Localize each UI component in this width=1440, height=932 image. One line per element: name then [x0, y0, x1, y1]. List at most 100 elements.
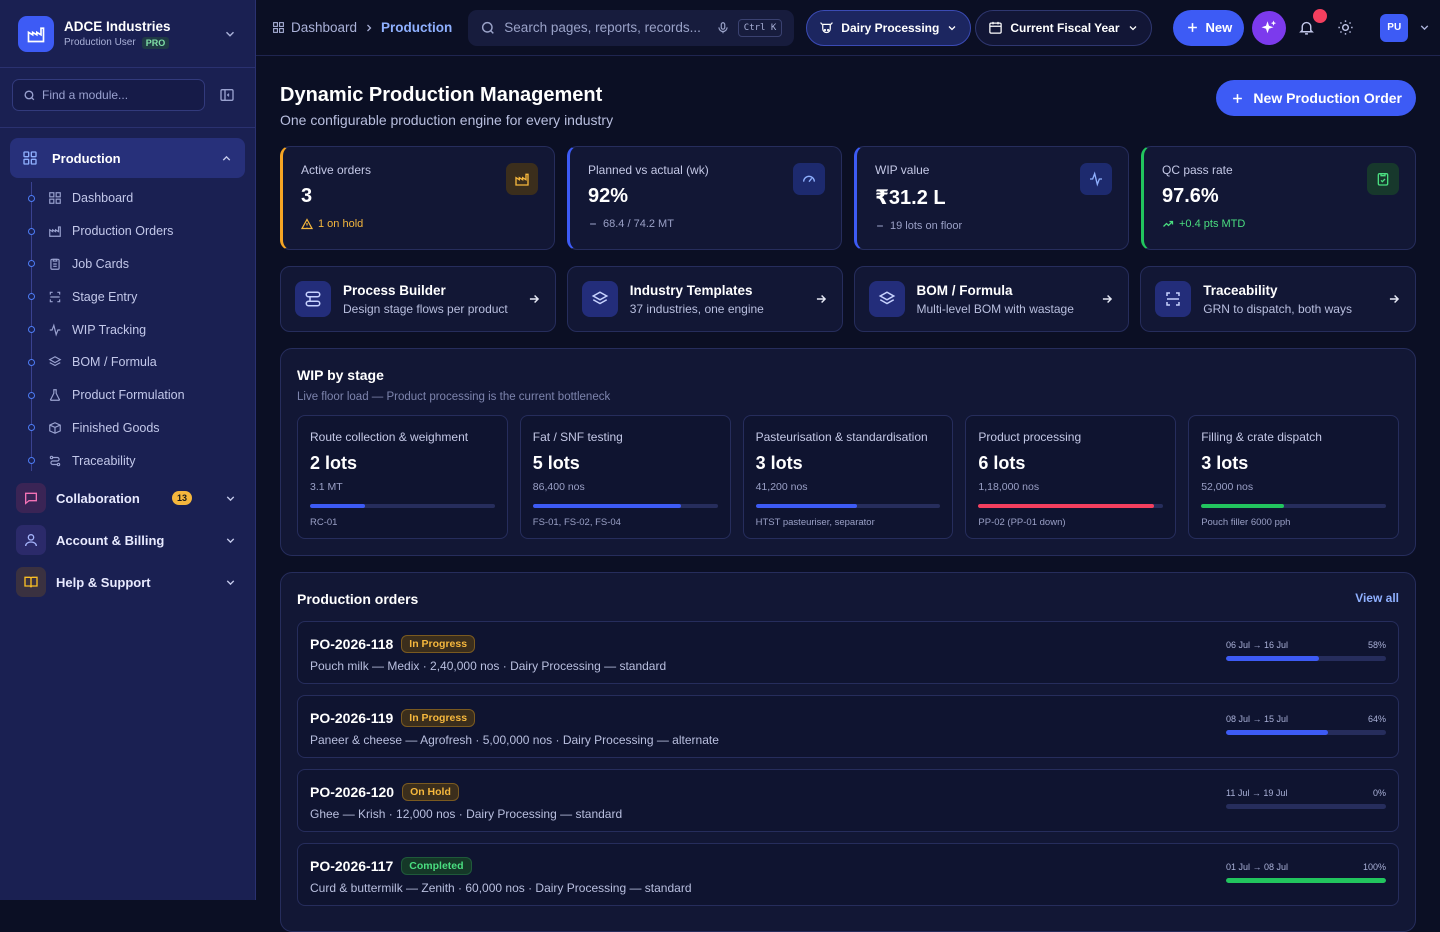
industry-label: Dairy Processing: [841, 20, 940, 35]
new-production-order-label: New Production Order: [1253, 90, 1402, 106]
action-desc: Design stage flows per product: [343, 301, 508, 316]
stage-card[interactable]: Route collection & weighment 2 lots 3.1 …: [297, 415, 508, 539]
nav-section-help-support[interactable]: Help & Support: [0, 561, 255, 603]
wip-by-stage-panel: WIP by stage Live floor load — Product p…: [280, 348, 1416, 556]
action-bom-formula[interactable]: BOM / Formula Multi-level BOM with wastag…: [853, 266, 1130, 332]
stage-card[interactable]: Filling & crate dispatch 3 lots 52,000 n…: [1188, 415, 1399, 539]
sidebar-item-dashboard[interactable]: Dashboard: [28, 182, 255, 215]
kpi-card-qc-pass-rate[interactable]: QC pass rate 97.6% +0.4 pts MTD: [1141, 146, 1416, 250]
stage-card[interactable]: Pasteurisation & standardisation 3 lots …: [742, 415, 954, 539]
gauge-icon: [793, 163, 825, 195]
layers-icon: [868, 281, 905, 317]
stage-resource: Pouch filler 6000 pph: [1201, 517, 1291, 528]
chevron-down-icon[interactable]: [1418, 21, 1431, 34]
kpi-value: 3: [301, 185, 313, 207]
chevron-down-icon: [226, 538, 235, 543]
order-row[interactable]: PO-2026-120 On Hold Ghee — Krish · 12,000…: [297, 769, 1399, 832]
sidebar-item-bom-formula[interactable]: BOM / Formula: [28, 346, 255, 379]
sidebar-item-product-formulation[interactable]: Product Formulation: [28, 379, 255, 412]
sidebar-item-stage-entry[interactable]: Stage Entry: [28, 280, 255, 313]
grid-icon: [23, 151, 37, 165]
stage-resource: PP-02 (PP-01 down): [978, 517, 1066, 528]
factory-icon: [49, 226, 61, 238]
kpi-card-wip-value[interactable]: WIP value ₹31.2 L 19 lots on floor: [854, 146, 1129, 250]
stage-quantity: 41,200 nos: [755, 481, 808, 493]
stage-card[interactable]: Product processing 6 lots 1,18,000 nos P…: [965, 415, 1177, 539]
grid-icon: [49, 192, 61, 205]
order-row[interactable]: PO-2026-119 In Progress Paneer & cheese —…: [297, 695, 1399, 758]
arrow-right-icon: [1389, 294, 1400, 304]
stage-lots: 3 lots: [755, 453, 803, 473]
activity-icon: [49, 322, 61, 337]
activity-icon: [1080, 163, 1112, 195]
sun-icon[interactable]: [1337, 19, 1354, 36]
status-badge: On Hold: [402, 783, 459, 801]
stage-lots: 6 lots: [978, 453, 1026, 473]
action-desc: GRN to dispatch, both ways: [1203, 301, 1352, 316]
package-icon: [49, 422, 61, 434]
nav-section-account-billing[interactable]: Account & Billing: [0, 519, 255, 561]
kpi-card-active-orders[interactable]: Active orders 3 1 on hold: [280, 146, 555, 250]
stage-card[interactable]: Fat / SNF testing 5 lots 86,400 nos FS-0…: [519, 415, 731, 539]
stage-quantity: 3.1 MT: [310, 481, 343, 493]
order-progress-bar: [1226, 730, 1386, 735]
kpi-value: 97.6%: [1162, 185, 1219, 207]
sidebar-item-traceability[interactable]: Traceability: [28, 444, 255, 477]
status-badge: In Progress: [401, 635, 476, 653]
new-button[interactable]: New: [1172, 9, 1245, 46]
sidebar-collapse-icon[interactable]: [219, 87, 235, 103]
period-label: Current Fiscal Year: [1010, 20, 1120, 35]
scan-icon: [49, 291, 61, 303]
count-badge: 13: [171, 491, 192, 506]
nav-section-collaboration[interactable]: Collaboration 13: [0, 477, 255, 519]
company-name: ADCE Industries: [64, 18, 171, 34]
kpi-card-planned-vs-actual[interactable]: Planned vs actual (wk) 92% 68.4 / 74.2 M…: [567, 146, 842, 250]
stage-name: Filling & crate dispatch: [1201, 430, 1322, 444]
sidebar-item-label: Job Cards: [72, 256, 129, 271]
factory-icon: [506, 163, 538, 195]
order-progress-label: 0%: [1372, 788, 1386, 798]
stage-lots: 5 lots: [532, 453, 580, 473]
breadcrumb: Dashboard Production: [272, 20, 452, 35]
view-all-link[interactable]: View all: [1355, 591, 1399, 605]
module-search-input[interactable]: Find a module...: [12, 79, 205, 111]
new-button-label: New: [1205, 20, 1233, 35]
global-search-input[interactable]: Search pages, reports, records... Ctrl K: [468, 9, 795, 46]
order-description: Paneer & cheese — Agrofresh · 5,00,000 n…: [310, 733, 719, 747]
stage-quantity: 86,400 nos: [532, 481, 585, 493]
arrow-right-icon: [529, 294, 539, 304]
sidebar-item-finished-goods[interactable]: Finished Goods: [28, 412, 255, 445]
new-production-order-button[interactable]: New Production Order: [1216, 80, 1416, 116]
action-title: Process Builder: [343, 282, 446, 298]
order-row[interactable]: PO-2026-118 In Progress Pouch milk — Medi…: [297, 621, 1399, 684]
action-industry-templates[interactable]: Industry Templates 37 industries, one eng…: [566, 266, 843, 332]
sidebar-item-wip-tracking[interactable]: WIP Tracking: [28, 313, 255, 346]
sidebar-item-job-cards[interactable]: Job Cards: [28, 248, 255, 281]
avatar[interactable]: PU: [1380, 13, 1409, 42]
order-id: PO-2026-117: [310, 858, 394, 874]
order-progress-label: 64%: [1367, 714, 1386, 724]
kpi-sub: 68.4 / 74.2 MT: [603, 218, 674, 230]
microphone-icon[interactable]: [716, 21, 730, 35]
status-badge: Completed: [401, 857, 472, 875]
industry-selector[interactable]: Dairy Processing: [806, 9, 972, 46]
book-icon: [16, 567, 46, 598]
brand-switcher[interactable]: ADCE Industries Production User PRO: [0, 0, 255, 68]
search-icon: [482, 21, 495, 34]
cow-icon: [820, 22, 834, 34]
ai-assistant-button[interactable]: [1252, 10, 1287, 45]
order-row[interactable]: PO-2026-117 Completed Curd & buttermilk —…: [297, 843, 1399, 906]
breadcrumb-root-link[interactable]: Dashboard: [291, 20, 357, 35]
kpi-sub: 19 lots on floor: [890, 220, 963, 232]
notifications-button[interactable]: [1298, 9, 1328, 36]
stage-load-bar: [532, 504, 718, 508]
chevron-down-icon: [226, 496, 235, 501]
flask-icon: [50, 389, 60, 402]
order-progress-label: 58%: [1367, 640, 1386, 650]
plan-badge: PRO: [141, 36, 170, 49]
period-selector[interactable]: Current Fiscal Year: [975, 9, 1152, 46]
action-traceability[interactable]: Traceability GRN to dispatch, both ways: [1140, 266, 1416, 332]
sidebar-item-production-orders[interactable]: Production Orders: [28, 215, 255, 248]
action-process-builder[interactable]: Process Builder Design stage flows per pr…: [280, 266, 556, 332]
nav-group-production[interactable]: Production: [10, 138, 245, 178]
